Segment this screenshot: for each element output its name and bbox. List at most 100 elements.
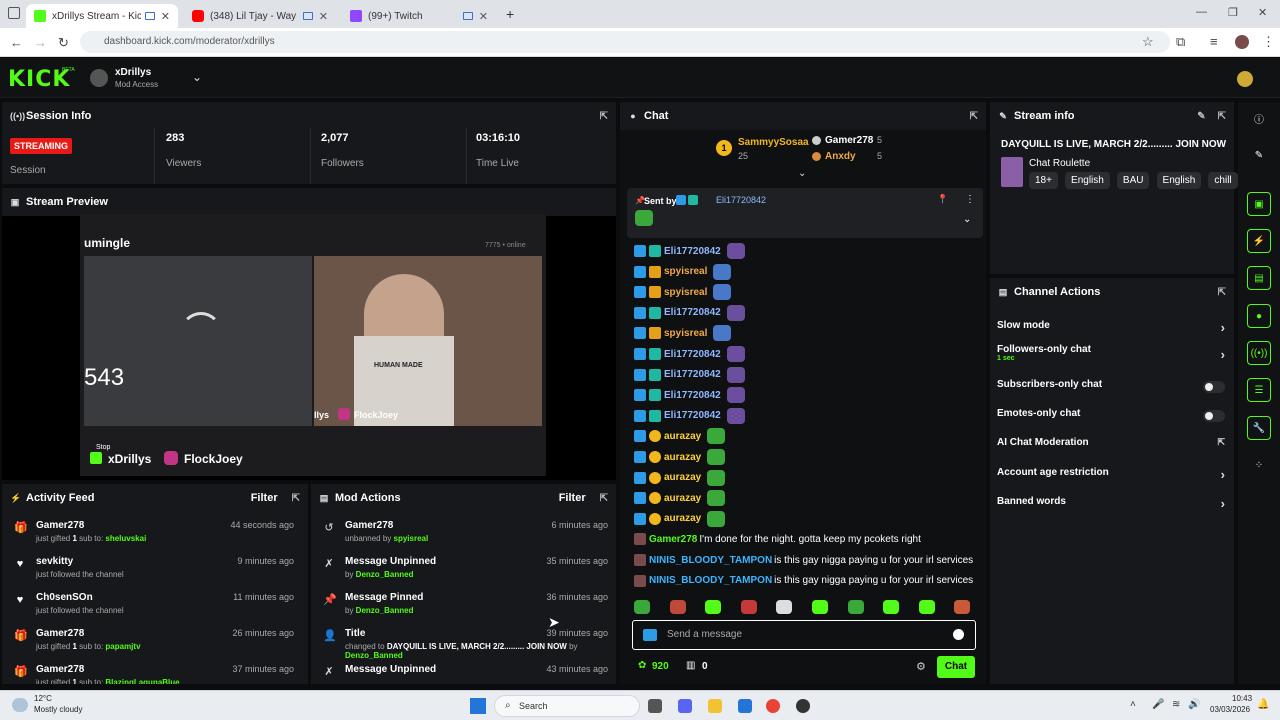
account-age-row[interactable]: Account age restriction › (997, 467, 1227, 487)
forward-icon[interactable]: → (34, 35, 47, 50)
tab-menu-icon[interactable]: ≡ (1210, 34, 1218, 49)
extensions-icon[interactable]: ⧉ (1176, 34, 1185, 50)
store-count[interactable]: 0 (702, 661, 708, 672)
tray-chevron-up-icon[interactable]: ˄ (1130, 699, 1136, 710)
chat-message[interactable]: spyisreal (634, 263, 732, 281)
more-options-icon[interactable]: ⋮ (965, 194, 975, 205)
chat-username[interactable]: Gamer278 (649, 534, 697, 545)
list-icon[interactable]: ☰ (1247, 378, 1271, 402)
broadcast-icon[interactable]: ((•)) (1247, 341, 1271, 365)
action-title[interactable]: Title (345, 628, 365, 639)
microphone-icon[interactable]: 🎤 (1152, 699, 1164, 710)
chat-message[interactable]: Eli17720842 (634, 242, 745, 260)
store-app-icon[interactable] (738, 699, 752, 713)
chat-username[interactable]: aurazay (664, 513, 701, 524)
points-value[interactable]: 920 (652, 661, 669, 672)
chat-message[interactable]: Eli17720842 (634, 407, 745, 425)
chat-message[interactable]: Gamer278 I'm done for the night. gotta ke… (634, 530, 921, 548)
channel-switcher-chevron-down-icon[interactable]: ⌄ (192, 70, 202, 84)
chat-message[interactable]: aurazay (634, 489, 726, 507)
task-view-icon[interactable] (648, 699, 662, 713)
reload-icon[interactable]: ↻ (58, 35, 69, 51)
expand-chevron-icon[interactable]: ⌄ (963, 214, 971, 225)
chat-username[interactable]: NINIS_BLOODY_TAMPON (649, 575, 772, 586)
volume-icon[interactable]: 🔊 (1188, 699, 1200, 710)
chat-username[interactable]: NINIS_BLOODY_TAMPON (649, 555, 772, 566)
chat-message[interactable]: spyisreal (634, 324, 732, 342)
chat-username[interactable]: spyisreal (664, 266, 707, 277)
address-bar[interactable]: dashboard.kick.com/moderator/xdrillys (80, 31, 1170, 53)
gift-recipient[interactable]: sheluvskai (105, 534, 146, 543)
taskbar-search[interactable]: ⌕ Search (494, 695, 640, 717)
filter-button[interactable]: Filter (559, 492, 586, 504)
emotes-only-toggle[interactable] (1203, 410, 1225, 422)
popout-icon[interactable]: ⇱ (600, 493, 608, 504)
close-icon[interactable]: ✕ (479, 10, 488, 23)
chat-username[interactable]: Eli17720842 (664, 246, 721, 257)
slow-mode-row[interactable]: Slow mode › (997, 320, 1227, 340)
edit-pencil-icon[interactable]: ✎ (1197, 111, 1205, 122)
category-name[interactable]: Chat Roulette (1029, 158, 1090, 169)
chat-input-box[interactable]: Send a message (632, 620, 976, 650)
stream-video[interactable]: umingle 7775 • online 543 HUMAN MADE lly… (80, 214, 546, 476)
chat-message[interactable]: aurazay (634, 510, 726, 528)
gifter-2-name[interactable]: Gamer278 (825, 135, 873, 146)
chat-username[interactable]: aurazay (664, 452, 701, 463)
popout-icon[interactable]: ⇱ (600, 111, 608, 122)
activity-user[interactable]: Gamer278 (36, 628, 84, 639)
moderator-name[interactable]: spyisreal (394, 534, 429, 543)
tag[interactable]: BAU (1116, 172, 1150, 189)
info-icon[interactable]: ⓘ (1247, 106, 1271, 130)
chat-message[interactable]: aurazay (634, 448, 726, 466)
chat-username[interactable]: Eli17720842 (664, 390, 721, 401)
chat-username[interactable]: aurazay (664, 431, 701, 442)
gifter-3-name[interactable]: Anxdy (825, 151, 856, 162)
chat-username[interactable]: Eli17720842 (664, 307, 721, 318)
action-title[interactable]: Message Unpinned (345, 556, 436, 567)
tab-kick-dashboard[interactable]: xDrillys Stream - Kick Dashb ✕ (26, 4, 178, 28)
moderator-name[interactable]: Denzo_Banned (356, 570, 414, 579)
chat-username[interactable]: Eli17720842 (664, 369, 721, 380)
emote-icon[interactable] (776, 600, 793, 614)
action-title[interactable]: Message Pinned (345, 592, 423, 603)
notes-icon[interactable]: ▤ (1247, 266, 1271, 290)
category-thumbnail[interactable] (1001, 157, 1023, 187)
banned-words-row[interactable]: Banned words › (997, 496, 1227, 516)
close-icon[interactable]: ✕ (319, 10, 328, 23)
popout-icon[interactable]: ⇱ (292, 493, 300, 504)
activity-user[interactable]: Gamer278 (36, 520, 84, 531)
bookmark-star-icon[interactable]: ☆ (1142, 34, 1154, 50)
tag[interactable]: English (1156, 172, 1202, 189)
wrench-icon[interactable]: 🔧 (1247, 416, 1271, 440)
close-icon[interactable]: ✕ (161, 10, 170, 23)
tab-search-icon[interactable] (8, 7, 20, 19)
chat-settings-gear-icon[interactable]: ⚙ (916, 660, 926, 673)
lightning-icon[interactable]: ⚡ (1247, 229, 1271, 253)
chat-message[interactable]: Eli17720842 (634, 386, 745, 404)
activity-user[interactable]: sevkitty (36, 556, 73, 567)
file-explorer-icon[interactable] (708, 699, 722, 713)
obs-icon[interactable] (796, 699, 810, 713)
chat-username[interactable]: Eli17720842 (664, 349, 721, 360)
emote-icon[interactable] (812, 600, 828, 614)
chat-message[interactable]: Eli17720842 (634, 345, 745, 363)
chat-username[interactable]: aurazay (664, 493, 701, 504)
gift-recipient[interactable]: BlazingLagunaBlue (105, 678, 179, 684)
tag[interactable]: chill (1208, 172, 1238, 189)
emote-icon[interactable] (740, 600, 757, 614)
emote-icon[interactable] (669, 600, 686, 614)
emoji-picker-icon[interactable] (953, 629, 964, 640)
moderator-name[interactable]: Denzo_Banned (345, 651, 403, 660)
popout-icon[interactable]: ⇱ (1218, 287, 1226, 298)
chat-message[interactable]: aurazay (634, 427, 726, 445)
more-menu-icon[interactable]: ⋮ (1262, 34, 1275, 50)
notifications-bell-icon[interactable]: 🔔 (1257, 699, 1269, 710)
emote-icon[interactable] (883, 600, 900, 614)
emote-icon[interactable] (918, 600, 935, 614)
emotes-only-row[interactable]: Emotes-only chat (997, 408, 1227, 428)
top-gifter-name[interactable]: SammyySosaa (738, 137, 809, 148)
edit-icon[interactable]: ✎ (1247, 143, 1271, 167)
user-avatar[interactable] (1237, 71, 1253, 87)
chat-message[interactable]: NINIS_BLOODY_TAMPON is this gay nigga pay… (634, 551, 973, 569)
tab-youtube[interactable]: (348) Lil Tjay - Way Out The ✕ (184, 4, 336, 28)
